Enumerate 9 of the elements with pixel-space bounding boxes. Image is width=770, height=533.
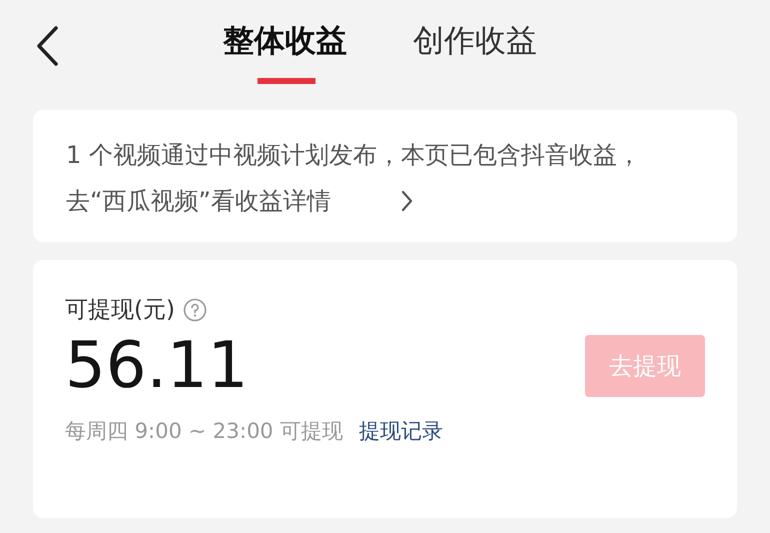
records-link[interactable]: 提现记录: [358, 417, 443, 445]
withdraw-schedule: 每周四 9:00 ~ 23:00 可提现: [65, 418, 343, 445]
tab[interactable]: 创作收益: [413, 0, 537, 84]
chevron-right-icon[interactable]: [401, 190, 413, 212]
balance-amount: 56.11: [65, 329, 248, 403]
balance-label: 可提现(元): [65, 296, 175, 325]
help-icon[interactable]: [182, 298, 207, 322]
back-icon[interactable]: [36, 26, 58, 66]
tab[interactable]: 整体收益: [223, 0, 347, 84]
